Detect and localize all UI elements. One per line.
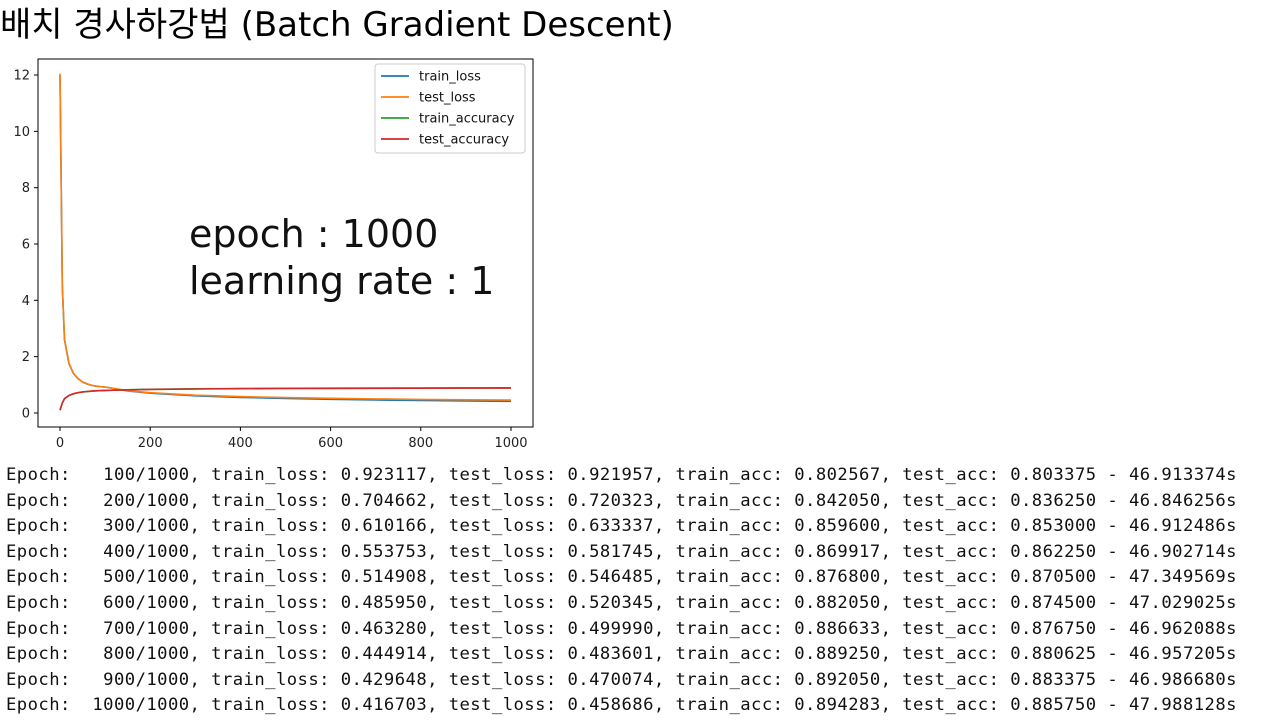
y-tick-label: 0 <box>22 407 30 422</box>
legend-label-test_accuracy: test_accuracy <box>419 133 509 148</box>
log-line: Epoch: 900/1000, train_loss: 0.429648, t… <box>6 669 1237 690</box>
y-tick-label: 2 <box>22 350 30 365</box>
log-line: Epoch: 600/1000, train_loss: 0.485950, t… <box>6 592 1237 613</box>
legend-label-train_loss: train_loss <box>419 70 481 85</box>
log-line: Epoch: 400/1000, train_loss: 0.553753, t… <box>6 541 1237 562</box>
x-tick-label: 200 <box>138 436 163 451</box>
page-title: 배치 경사하강법 (Batch Gradient Descent) <box>0 5 674 45</box>
x-tick-label: 800 <box>408 436 433 451</box>
legend-label-train_accuracy: train_accuracy <box>419 112 515 127</box>
legend-label-test_loss: test_loss <box>419 91 476 106</box>
y-tick-label: 8 <box>22 181 30 196</box>
x-tick-label: 1000 <box>494 436 527 451</box>
log-line: Epoch: 1000/1000, train_loss: 0.416703, … <box>6 695 1237 716</box>
log-line: Epoch: 500/1000, train_loss: 0.514908, t… <box>6 567 1237 588</box>
y-tick-label: 4 <box>22 294 30 309</box>
chart-annotation: learning rate : 1 <box>189 259 494 303</box>
x-tick-label: 0 <box>56 436 64 451</box>
y-tick-label: 10 <box>13 125 30 140</box>
chart-legend: train_loss test_loss train_accuracy test_ac… <box>374 63 526 154</box>
chart-svg: 0 200 400 600 800 1000 0 2 4 6 8 10 12 epoch : 1000le… <box>13 58 534 451</box>
log-line: Epoch: 300/1000, train_loss: 0.610166, t… <box>6 516 1237 537</box>
log-line: Epoch: 100/1000, train_loss: 0.923117, t… <box>6 465 1237 485</box>
y-tick-label: 6 <box>22 238 30 253</box>
y-tick-label: 12 <box>13 69 30 84</box>
log-line: Epoch: 200/1000, train_loss: 0.704662, t… <box>6 490 1237 511</box>
x-tick-label: 400 <box>228 436 253 451</box>
training-curves-chart: 0 200 400 600 800 1000 0 2 4 6 8 10 12 epoch : 1000 le… <box>0 55 540 460</box>
log-line: Epoch: 800/1000, train_loss: 0.444914, t… <box>6 644 1237 665</box>
training-log: Epoch: 100/1000, train_loss: 0.923117, t… <box>6 463 1268 719</box>
x-tick-label: 600 <box>318 436 343 451</box>
log-line: Epoch: 700/1000, train_loss: 0.463280, t… <box>6 618 1237 639</box>
chart-annotation: epoch : 1000 <box>189 212 438 256</box>
